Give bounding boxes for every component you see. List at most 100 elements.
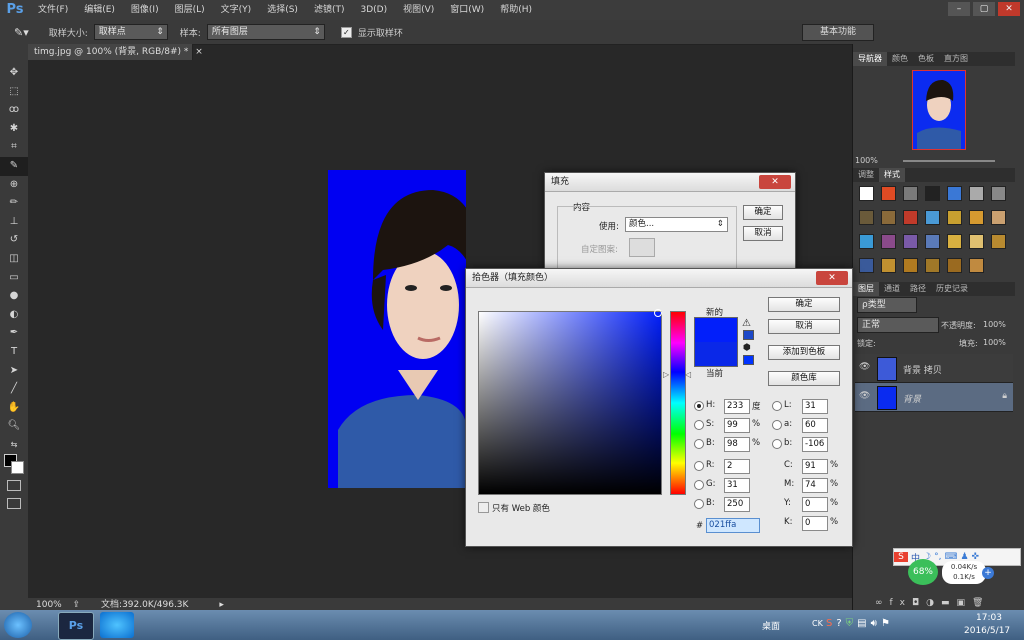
style-preset[interactable]: [903, 234, 918, 249]
path-selection-tool-icon[interactable]: ➤: [0, 362, 28, 381]
fill-cancel-button[interactable]: 取消: [743, 226, 783, 241]
tab-navigator[interactable]: 导航器: [853, 52, 887, 66]
style-preset[interactable]: [881, 258, 896, 273]
help-tray-icon[interactable]: ?: [836, 618, 841, 629]
crop-tool-icon[interactable]: ⌗: [0, 138, 28, 157]
style-preset[interactable]: [947, 258, 962, 273]
folder-icon[interactable]: ▬: [941, 598, 957, 608]
cmyk-input[interactable]: 74: [802, 478, 828, 493]
hsb-input[interactable]: 233: [724, 399, 750, 414]
tray-ck-icon[interactable]: CK: [812, 619, 823, 628]
tab-channels[interactable]: 通道: [879, 282, 905, 296]
zoom-level[interactable]: 100%: [36, 600, 62, 610]
style-preset[interactable]: [925, 234, 940, 249]
visibility-eye-icon[interactable]: 👁︎: [859, 391, 870, 401]
style-preset[interactable]: [991, 234, 1006, 249]
style-preset[interactable]: [925, 186, 940, 201]
picker-cancel-button[interactable]: 取消: [768, 319, 840, 334]
volume-tray-icon[interactable]: 🔊︎: [871, 618, 877, 629]
tab-layers[interactable]: 图层: [853, 282, 879, 296]
link-layers-icon[interactable]: ∞: [875, 598, 890, 608]
adjustment-icon[interactable]: ◑: [926, 598, 941, 608]
gamut-swatch[interactable]: [743, 330, 754, 340]
document-photo[interactable]: [328, 170, 466, 488]
lab-radio[interactable]: [772, 401, 782, 411]
eyedropper-tool-icon[interactable]: ✎: [0, 156, 28, 176]
style-preset[interactable]: [903, 186, 918, 201]
color-picker-close-button[interactable]: ✕: [816, 271, 848, 285]
navigator-preview[interactable]: [912, 70, 966, 150]
style-preset[interactable]: [881, 186, 896, 201]
lab-input[interactable]: 60: [802, 418, 828, 433]
status-arrow-icon[interactable]: ▸: [219, 600, 224, 610]
menu-item[interactable]: 文字(Y): [213, 0, 260, 20]
browser-taskbar-icon[interactable]: [100, 612, 134, 638]
clock-time[interactable]: 17:03: [976, 613, 1002, 623]
style-preset[interactable]: [925, 210, 940, 225]
hue-slider-handle-left[interactable]: ▷: [663, 370, 669, 379]
gradient-tool-icon[interactable]: ▭: [0, 269, 28, 288]
web-safe-cube-icon[interactable]: ⬢: [743, 343, 751, 353]
web-safe-swatch[interactable]: [743, 355, 754, 365]
style-preset[interactable]: [903, 210, 918, 225]
style-preset[interactable]: [969, 210, 984, 225]
hand-tool-icon[interactable]: ✋: [0, 399, 28, 418]
tab-styles[interactable]: 样式: [879, 168, 905, 182]
rgb-input[interactable]: 31: [724, 478, 750, 493]
tab-history[interactable]: 历史记录: [931, 282, 973, 296]
menu-item[interactable]: 窗口(W): [442, 0, 492, 20]
brush-tool-icon[interactable]: ✏: [0, 194, 28, 213]
rgb-input[interactable]: 2: [724, 459, 750, 474]
layer-row[interactable]: 👁︎ 背景 🔒︎: [855, 383, 1013, 412]
style-preset[interactable]: [859, 210, 874, 225]
cmyk-input[interactable]: 91: [802, 459, 828, 474]
restore-button[interactable]: ▢: [973, 2, 995, 16]
minimize-button[interactable]: –: [948, 2, 970, 16]
hue-slider[interactable]: [670, 311, 686, 495]
style-preset[interactable]: [859, 258, 874, 273]
style-preset[interactable]: [859, 234, 874, 249]
fx-icon[interactable]: fx: [890, 598, 913, 608]
sample-size-select[interactable]: 取样点 ⇕: [93, 24, 168, 40]
photoshop-taskbar-icon[interactable]: Ps: [58, 612, 94, 640]
saturation-brightness-field[interactable]: [478, 309, 662, 495]
picker-ok-button[interactable]: 确定: [768, 297, 840, 312]
blur-tool-icon[interactable]: ●: [0, 287, 28, 306]
fill-dialog-close-button[interactable]: ✕: [759, 175, 791, 189]
cmyk-input[interactable]: 0: [802, 497, 828, 512]
lab-radio[interactable]: [772, 439, 782, 449]
healing-brush-tool-icon[interactable]: ⊕: [0, 176, 28, 195]
workspace-select[interactable]: 基本功能: [802, 24, 874, 41]
style-preset[interactable]: [991, 186, 1006, 201]
zoom-tool-icon[interactable]: 🔍︎: [0, 417, 28, 436]
new-layer-icon[interactable]: ▣: [957, 598, 973, 608]
show-ring-checkbox[interactable]: [340, 26, 352, 38]
dodge-tool-icon[interactable]: ◐: [0, 306, 28, 325]
style-preset[interactable]: [881, 234, 896, 249]
tab-histogram[interactable]: 直方图: [939, 52, 973, 66]
hue-slider-handle-right[interactable]: ◁: [685, 370, 691, 379]
cmyk-input[interactable]: 0: [802, 516, 828, 531]
lasso-tool-icon[interactable]: ꝏ: [0, 101, 28, 120]
accelerate-plus-icon[interactable]: +: [982, 567, 994, 579]
share-icon[interactable]: ⇪: [73, 600, 81, 610]
line-tool-icon[interactable]: ╱: [0, 380, 28, 399]
opacity-value[interactable]: 100%: [983, 320, 1006, 329]
eraser-tool-icon[interactable]: ◫: [0, 250, 28, 269]
menu-item[interactable]: 编辑(E): [76, 0, 123, 20]
menu-item[interactable]: 图像(I): [123, 0, 167, 20]
menu-item[interactable]: 视图(V): [395, 0, 442, 20]
style-preset[interactable]: [947, 186, 962, 201]
navigator-zoom[interactable]: 100%: [855, 156, 878, 165]
rgb-radio[interactable]: [694, 480, 704, 490]
gamut-warning-icon[interactable]: ⚠: [742, 318, 751, 329]
menu-item[interactable]: 3D(D): [352, 0, 395, 20]
fill-value[interactable]: 100%: [983, 338, 1006, 347]
hex-input[interactable]: 021ffa: [706, 518, 760, 533]
lab-input[interactable]: -106: [802, 437, 828, 452]
visibility-eye-icon[interactable]: 👁︎: [859, 362, 870, 372]
style-preset[interactable]: [859, 186, 874, 201]
style-preset[interactable]: [947, 210, 962, 225]
menu-item[interactable]: 选择(S): [259, 0, 306, 20]
use-select[interactable]: 颜色... ⇕: [625, 217, 728, 232]
